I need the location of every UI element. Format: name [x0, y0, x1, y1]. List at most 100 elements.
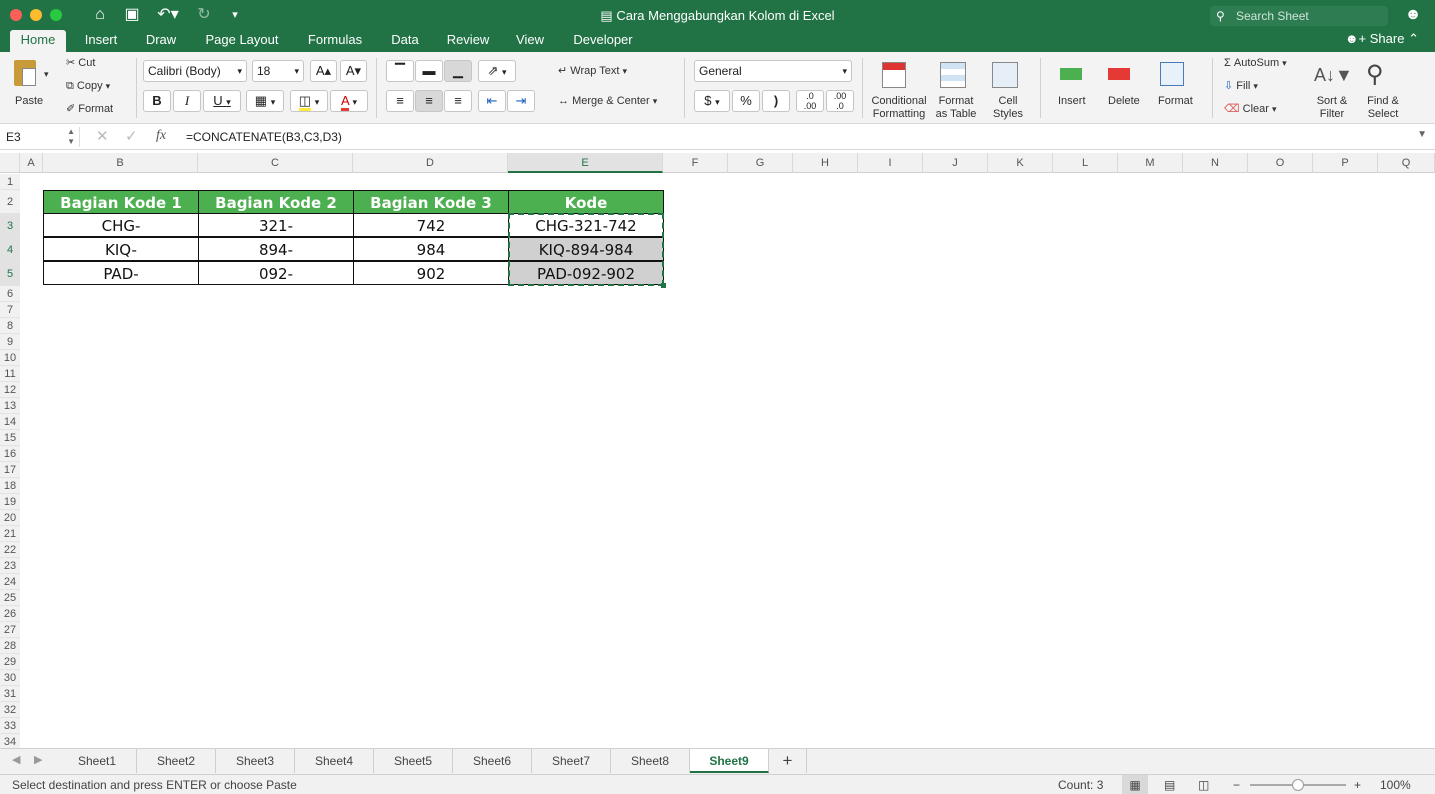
tab-draw[interactable]: Draw	[140, 30, 182, 52]
row-header[interactable]: 9	[0, 334, 20, 350]
conditional-formatting-button[interactable]: Conditional Formatting	[871, 95, 927, 121]
zoom-slider-thumb[interactable]	[1292, 779, 1304, 791]
row-header[interactable]: 6	[0, 286, 20, 302]
row-header[interactable]: 10	[0, 350, 20, 366]
row-header[interactable]: 3	[0, 214, 20, 238]
search-sheet-input[interactable]: ⚲ Search Sheet	[1210, 6, 1388, 26]
account-icon[interactable]: ☻	[1403, 5, 1423, 25]
sheet-tab-5[interactable]: Sheet5	[374, 749, 453, 773]
font-color-button[interactable]: A ▾	[330, 90, 368, 112]
cancel-icon[interactable]: ✕	[96, 127, 109, 145]
insert-cells-button[interactable]: Insert	[1058, 95, 1086, 108]
column-header-p[interactable]: P	[1313, 153, 1378, 173]
column-header-q[interactable]: Q	[1378, 153, 1435, 173]
table-header-cell[interactable]: Bagian Kode 2	[198, 190, 354, 214]
row-header[interactable]: 7	[0, 302, 20, 318]
select-all-corner[interactable]	[0, 153, 20, 173]
sheet-tab-8[interactable]: Sheet8	[611, 749, 690, 773]
column-header-o[interactable]: O	[1248, 153, 1313, 173]
row-header[interactable]: 26	[0, 606, 20, 622]
autosum-button[interactable]: Σ AutoSum ▾	[1224, 57, 1287, 70]
zoom-in-icon[interactable]: +	[1354, 775, 1361, 794]
row-header[interactable]: 15	[0, 430, 20, 446]
row-header[interactable]: 14	[0, 414, 20, 430]
clear-button[interactable]: ⌫ Clear ▾	[1224, 103, 1277, 116]
format-cells-icon[interactable]	[1158, 60, 1192, 90]
collapse-ribbon-icon[interactable]: ⌃	[1408, 31, 1419, 46]
zoom-level[interactable]: 100%	[1380, 775, 1411, 794]
row-header[interactable]: 11	[0, 366, 20, 382]
table-cell[interactable]: 742	[353, 213, 509, 237]
row-header[interactable]: 8	[0, 318, 20, 334]
increase-font-size-button[interactable]: A▴	[310, 60, 337, 82]
copy-button[interactable]: ⧉ Copy ▾	[66, 80, 110, 93]
tab-home[interactable]: Home	[10, 30, 66, 52]
sheet-tab-2[interactable]: Sheet2	[137, 749, 216, 773]
table-cell[interactable]: KIQ-	[43, 237, 199, 261]
insert-function-icon[interactable]: fx	[156, 128, 166, 144]
table-cell[interactable]: CHG-	[43, 213, 199, 237]
column-header-f[interactable]: F	[663, 153, 728, 173]
scroll-tabs-left-icon[interactable]: ◀	[12, 753, 20, 766]
table-cell[interactable]: 321-	[198, 213, 354, 237]
decrease-decimal-button[interactable]: .00 .0	[826, 90, 854, 112]
comma-style-button[interactable]: )	[762, 90, 790, 112]
add-sheet-button[interactable]: +	[769, 749, 807, 773]
row-header[interactable]: 16	[0, 446, 20, 462]
column-header-g[interactable]: G	[728, 153, 793, 173]
font-name-select[interactable]: Calibri (Body) ▾	[143, 60, 247, 82]
sheet-tab-4[interactable]: Sheet4	[295, 749, 374, 773]
fill-handle[interactable]	[661, 283, 666, 288]
fill-color-button[interactable]: ◫ ▾	[290, 90, 328, 112]
row-header[interactable]: 22	[0, 542, 20, 558]
decrease-indent-button[interactable]: ⇤	[478, 90, 506, 112]
tab-formulas[interactable]: Formulas	[302, 30, 368, 52]
name-box[interactable]: E3 ▲ ▼	[6, 127, 80, 147]
row-header[interactable]: 28	[0, 638, 20, 654]
sheet-tab-7[interactable]: Sheet7	[532, 749, 611, 773]
bold-button[interactable]: B	[143, 90, 171, 112]
percent-button[interactable]: %	[732, 90, 760, 112]
merge-center-button[interactable]: ↔ Merge & Center ▾	[558, 95, 657, 108]
row-header[interactable]: 21	[0, 526, 20, 542]
share-button[interactable]: ☻+ Share ⌃	[1345, 30, 1419, 52]
delete-cells-icon[interactable]	[1106, 60, 1140, 90]
row-header[interactable]: 29	[0, 654, 20, 670]
tab-review[interactable]: Review	[440, 30, 496, 52]
row-header[interactable]: 30	[0, 670, 20, 686]
page-break-view-icon[interactable]: ◫	[1198, 775, 1209, 794]
row-header[interactable]: 32	[0, 702, 20, 718]
table-cell[interactable]: 894-	[198, 237, 354, 261]
sheet-tab-1[interactable]: Sheet1	[58, 749, 137, 773]
row-header[interactable]: 24	[0, 574, 20, 590]
row-header[interactable]: 25	[0, 590, 20, 606]
format-as-table-button[interactable]: Format as Table	[935, 95, 977, 121]
align-top-button[interactable]: ▔	[386, 60, 414, 82]
row-header[interactable]: 1	[0, 174, 20, 190]
row-header[interactable]: 12	[0, 382, 20, 398]
column-header-e[interactable]: E	[508, 153, 663, 173]
column-header-d[interactable]: D	[353, 153, 508, 173]
cell-styles-icon[interactable]	[990, 60, 1024, 90]
page-layout-view-icon[interactable]: ▤	[1164, 775, 1175, 794]
orientation-button[interactable]: ⇗ ▾	[478, 60, 516, 82]
column-header-c[interactable]: C	[198, 153, 353, 173]
table-cell[interactable]: 984	[353, 237, 509, 261]
italic-button[interactable]: I	[173, 90, 201, 112]
sheet-tab-9[interactable]: Sheet9	[690, 749, 769, 773]
conditional-formatting-icon[interactable]	[880, 60, 914, 90]
tab-data[interactable]: Data	[384, 30, 426, 52]
column-header-k[interactable]: K	[988, 153, 1053, 173]
row-header[interactable]: 17	[0, 462, 20, 478]
column-header-i[interactable]: I	[858, 153, 923, 173]
row-header[interactable]: 4	[0, 238, 20, 262]
increase-indent-button[interactable]: ⇥	[507, 90, 535, 112]
delete-cells-button[interactable]: Delete	[1108, 95, 1140, 108]
paste-dropdown-icon[interactable]: ▾	[44, 68, 49, 81]
align-left-button[interactable]: ≡	[386, 90, 414, 112]
align-right-button[interactable]: ≡	[444, 90, 472, 112]
table-header-cell[interactable]: Bagian Kode 3	[353, 190, 509, 214]
currency-button[interactable]: $ ▾	[694, 90, 730, 112]
row-header[interactable]: 33	[0, 718, 20, 734]
find-select-icon[interactable]: ⚲	[1366, 60, 1400, 90]
